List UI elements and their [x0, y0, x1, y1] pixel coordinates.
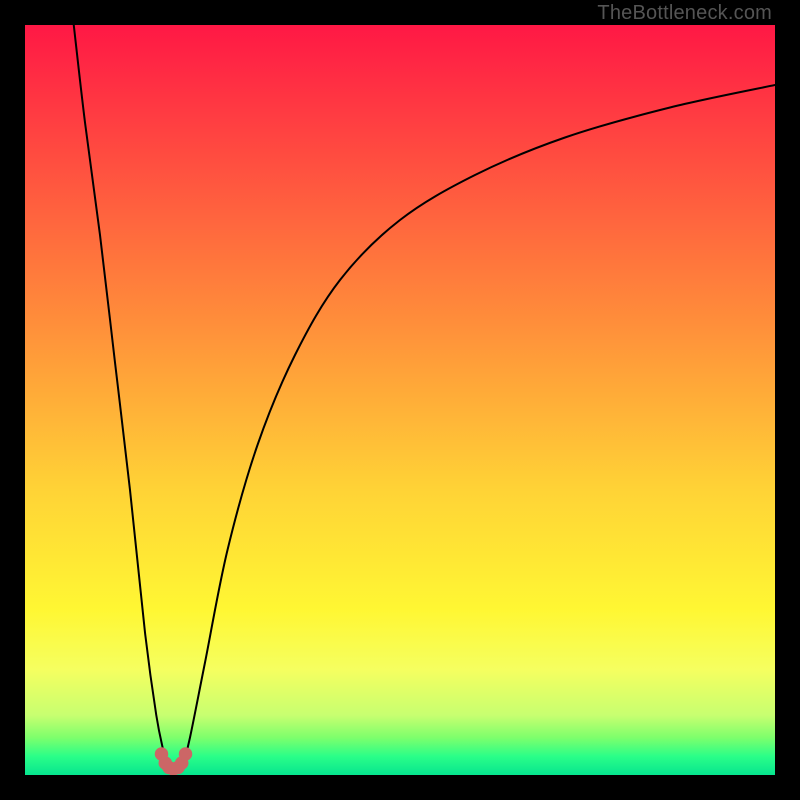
- left-branch-curve: [74, 25, 168, 768]
- right-branch-curve: [183, 85, 776, 768]
- dip-marker-cluster: [155, 747, 193, 775]
- dip-marker-dot: [179, 747, 193, 761]
- watermark-text: TheBottleneck.com: [597, 2, 772, 25]
- plot-area: [25, 25, 775, 775]
- curve-layer: [25, 25, 775, 775]
- chart-frame: TheBottleneck.com: [0, 0, 800, 800]
